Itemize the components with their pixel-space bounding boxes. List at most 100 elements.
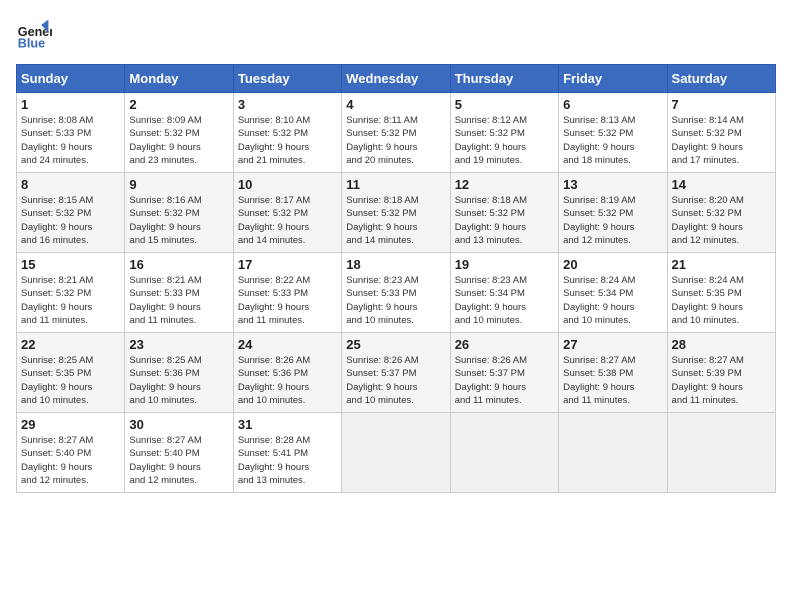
day-number: 2 bbox=[129, 97, 228, 112]
day-info: Sunrise: 8:25 AM Sunset: 5:36 PM Dayligh… bbox=[129, 354, 228, 407]
day-info: Sunrise: 8:11 AM Sunset: 5:32 PM Dayligh… bbox=[346, 114, 445, 167]
col-header-wednesday: Wednesday bbox=[342, 65, 450, 93]
day-number: 13 bbox=[563, 177, 662, 192]
day-info: Sunrise: 8:28 AM Sunset: 5:41 PM Dayligh… bbox=[238, 434, 337, 487]
calendar-cell: 9 Sunrise: 8:16 AM Sunset: 5:32 PM Daylig… bbox=[125, 173, 233, 253]
day-info: Sunrise: 8:17 AM Sunset: 5:32 PM Dayligh… bbox=[238, 194, 337, 247]
calendar-cell: 22Sunrise: 8:25 AM Sunset: 5:35 PM Dayli… bbox=[17, 333, 125, 413]
calendar-cell: 18Sunrise: 8:23 AM Sunset: 5:33 PM Dayli… bbox=[342, 253, 450, 333]
day-info: Sunrise: 8:16 AM Sunset: 5:32 PM Dayligh… bbox=[129, 194, 228, 247]
calendar-cell: 1 Sunrise: 8:08 AM Sunset: 5:33 PM Daylig… bbox=[17, 93, 125, 173]
calendar-cell: 13 Sunrise: 8:19 AM Sunset: 5:32 PM Dayli… bbox=[559, 173, 667, 253]
day-info: Sunrise: 8:24 AM Sunset: 5:35 PM Dayligh… bbox=[672, 274, 771, 327]
day-info: Sunrise: 8:27 AM Sunset: 5:40 PM Dayligh… bbox=[129, 434, 228, 487]
calendar-cell bbox=[450, 413, 558, 493]
logo-icon: General Blue bbox=[16, 16, 52, 52]
day-number: 5 bbox=[455, 97, 554, 112]
calendar-cell: 11 Sunrise: 8:18 AM Sunset: 5:32 PM Dayli… bbox=[342, 173, 450, 253]
calendar-cell: 23 Sunrise: 8:25 AM Sunset: 5:36 PM Dayli… bbox=[125, 333, 233, 413]
calendar-cell: 5Sunrise: 8:12 AM Sunset: 5:32 PM Daylig… bbox=[450, 93, 558, 173]
calendar-cell: 30 Sunrise: 8:27 AM Sunset: 5:40 PM Dayli… bbox=[125, 413, 233, 493]
day-info: Sunrise: 8:15 AM Sunset: 5:32 PM Dayligh… bbox=[21, 194, 120, 247]
day-number: 22 bbox=[21, 337, 120, 352]
day-number: 23 bbox=[129, 337, 228, 352]
calendar-cell: 16Sunrise: 8:21 AM Sunset: 5:33 PM Dayli… bbox=[125, 253, 233, 333]
day-info: Sunrise: 8:24 AM Sunset: 5:34 PM Dayligh… bbox=[563, 274, 662, 327]
calendar-cell: 15Sunrise: 8:21 AM Sunset: 5:32 PM Dayli… bbox=[17, 253, 125, 333]
day-info: Sunrise: 8:23 AM Sunset: 5:33 PM Dayligh… bbox=[346, 274, 445, 327]
day-number: 4 bbox=[346, 97, 445, 112]
day-number: 8 bbox=[21, 177, 120, 192]
calendar-cell: 28 Sunrise: 8:27 AM Sunset: 5:39 PM Dayli… bbox=[667, 333, 775, 413]
calendar-cell: 27 Sunrise: 8:27 AM Sunset: 5:38 PM Dayli… bbox=[559, 333, 667, 413]
calendar-header-row: SundayMondayTuesdayWednesdayThursdayFrid… bbox=[17, 65, 776, 93]
calendar-table: SundayMondayTuesdayWednesdayThursdayFrid… bbox=[16, 64, 776, 493]
day-info: Sunrise: 8:14 AM Sunset: 5:32 PM Dayligh… bbox=[672, 114, 771, 167]
day-number: 3 bbox=[238, 97, 337, 112]
day-number: 12 bbox=[455, 177, 554, 192]
col-header-friday: Friday bbox=[559, 65, 667, 93]
day-info: Sunrise: 8:10 AM Sunset: 5:32 PM Dayligh… bbox=[238, 114, 337, 167]
col-header-thursday: Thursday bbox=[450, 65, 558, 93]
col-header-sunday: Sunday bbox=[17, 65, 125, 93]
day-info: Sunrise: 8:26 AM Sunset: 5:37 PM Dayligh… bbox=[455, 354, 554, 407]
calendar-cell: 25Sunrise: 8:26 AM Sunset: 5:37 PM Dayli… bbox=[342, 333, 450, 413]
day-info: Sunrise: 8:26 AM Sunset: 5:37 PM Dayligh… bbox=[346, 354, 445, 407]
calendar-week-1: 1 Sunrise: 8:08 AM Sunset: 5:33 PM Daylig… bbox=[17, 93, 776, 173]
calendar-cell: 12 Sunrise: 8:18 AM Sunset: 5:32 PM Dayli… bbox=[450, 173, 558, 253]
calendar-cell: 8 Sunrise: 8:15 AM Sunset: 5:32 PM Daylig… bbox=[17, 173, 125, 253]
day-info: Sunrise: 8:20 AM Sunset: 5:32 PM Dayligh… bbox=[672, 194, 771, 247]
calendar-cell: 14 Sunrise: 8:20 AM Sunset: 5:32 PM Dayli… bbox=[667, 173, 775, 253]
calendar-cell: 31 Sunrise: 8:28 AM Sunset: 5:41 PM Dayli… bbox=[233, 413, 341, 493]
day-info: Sunrise: 8:08 AM Sunset: 5:33 PM Dayligh… bbox=[21, 114, 120, 167]
day-info: Sunrise: 8:27 AM Sunset: 5:38 PM Dayligh… bbox=[563, 354, 662, 407]
day-number: 31 bbox=[238, 417, 337, 432]
calendar-cell: 24Sunrise: 8:26 AM Sunset: 5:36 PM Dayli… bbox=[233, 333, 341, 413]
calendar-cell bbox=[342, 413, 450, 493]
calendar-week-2: 8 Sunrise: 8:15 AM Sunset: 5:32 PM Daylig… bbox=[17, 173, 776, 253]
day-info: Sunrise: 8:27 AM Sunset: 5:40 PM Dayligh… bbox=[21, 434, 120, 487]
day-number: 19 bbox=[455, 257, 554, 272]
day-info: Sunrise: 8:18 AM Sunset: 5:32 PM Dayligh… bbox=[346, 194, 445, 247]
day-number: 16 bbox=[129, 257, 228, 272]
svg-text:Blue: Blue bbox=[18, 37, 45, 51]
day-number: 24 bbox=[238, 337, 337, 352]
calendar-cell bbox=[667, 413, 775, 493]
calendar-cell: 17 Sunrise: 8:22 AM Sunset: 5:33 PM Dayli… bbox=[233, 253, 341, 333]
day-number: 29 bbox=[21, 417, 120, 432]
calendar-cell: 26 Sunrise: 8:26 AM Sunset: 5:37 PM Dayli… bbox=[450, 333, 558, 413]
col-header-monday: Monday bbox=[125, 65, 233, 93]
day-number: 9 bbox=[129, 177, 228, 192]
day-number: 20 bbox=[563, 257, 662, 272]
day-number: 1 bbox=[21, 97, 120, 112]
calendar-cell: 6 Sunrise: 8:13 AM Sunset: 5:32 PM Daylig… bbox=[559, 93, 667, 173]
calendar-cell: 21Sunrise: 8:24 AM Sunset: 5:35 PM Dayli… bbox=[667, 253, 775, 333]
calendar-cell: 10 Sunrise: 8:17 AM Sunset: 5:32 PM Dayli… bbox=[233, 173, 341, 253]
day-info: Sunrise: 8:13 AM Sunset: 5:32 PM Dayligh… bbox=[563, 114, 662, 167]
day-number: 15 bbox=[21, 257, 120, 272]
page-header: General Blue bbox=[16, 16, 776, 52]
calendar-cell: 7 Sunrise: 8:14 AM Sunset: 5:32 PM Daylig… bbox=[667, 93, 775, 173]
day-number: 17 bbox=[238, 257, 337, 272]
day-info: Sunrise: 8:18 AM Sunset: 5:32 PM Dayligh… bbox=[455, 194, 554, 247]
day-number: 11 bbox=[346, 177, 445, 192]
calendar-cell: 29 Sunrise: 8:27 AM Sunset: 5:40 PM Dayli… bbox=[17, 413, 125, 493]
calendar-cell: 4 Sunrise: 8:11 AM Sunset: 5:32 PM Daylig… bbox=[342, 93, 450, 173]
calendar-cell: 19Sunrise: 8:23 AM Sunset: 5:34 PM Dayli… bbox=[450, 253, 558, 333]
col-header-tuesday: Tuesday bbox=[233, 65, 341, 93]
calendar-week-5: 29 Sunrise: 8:27 AM Sunset: 5:40 PM Dayli… bbox=[17, 413, 776, 493]
day-info: Sunrise: 8:09 AM Sunset: 5:32 PM Dayligh… bbox=[129, 114, 228, 167]
day-number: 28 bbox=[672, 337, 771, 352]
day-info: Sunrise: 8:22 AM Sunset: 5:33 PM Dayligh… bbox=[238, 274, 337, 327]
day-number: 7 bbox=[672, 97, 771, 112]
day-number: 10 bbox=[238, 177, 337, 192]
day-number: 30 bbox=[129, 417, 228, 432]
day-number: 14 bbox=[672, 177, 771, 192]
day-info: Sunrise: 8:19 AM Sunset: 5:32 PM Dayligh… bbox=[563, 194, 662, 247]
day-info: Sunrise: 8:27 AM Sunset: 5:39 PM Dayligh… bbox=[672, 354, 771, 407]
calendar-cell: 2 Sunrise: 8:09 AM Sunset: 5:32 PM Daylig… bbox=[125, 93, 233, 173]
day-number: 6 bbox=[563, 97, 662, 112]
day-number: 27 bbox=[563, 337, 662, 352]
calendar-cell: 20 Sunrise: 8:24 AM Sunset: 5:34 PM Dayli… bbox=[559, 253, 667, 333]
day-number: 26 bbox=[455, 337, 554, 352]
